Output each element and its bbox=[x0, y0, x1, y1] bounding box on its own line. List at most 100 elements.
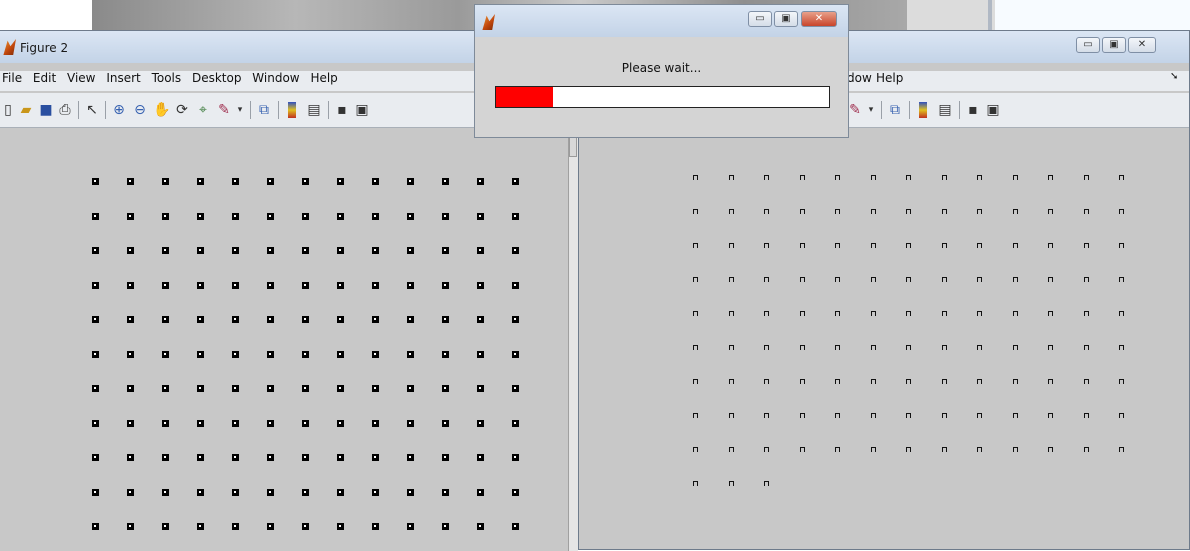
show-plot-tools-icon[interactable]: ▣ bbox=[354, 102, 370, 118]
plot-marker bbox=[941, 311, 947, 316]
plot-marker bbox=[870, 243, 876, 248]
plot-marker bbox=[337, 350, 344, 358]
plot-marker bbox=[764, 481, 769, 486]
plot-marker bbox=[693, 175, 698, 180]
brush-icon[interactable]: ✎ bbox=[847, 102, 863, 118]
close-button[interactable]: ✕ bbox=[1128, 37, 1156, 53]
plot-marker bbox=[407, 178, 414, 185]
plot-marker bbox=[477, 281, 484, 289]
plot-marker bbox=[1083, 311, 1089, 316]
zoom-out-icon[interactable]: ⊖ bbox=[132, 102, 148, 118]
save-icon[interactable]: ■ bbox=[38, 102, 54, 118]
plot-marker bbox=[372, 178, 379, 185]
plot-marker bbox=[127, 454, 134, 461]
legend-icon[interactable]: ▤ bbox=[306, 102, 322, 118]
link-plot-icon[interactable]: ⧉ bbox=[256, 102, 272, 118]
menu-edit[interactable]: Edit bbox=[33, 71, 56, 85]
link-plot-icon[interactable]: ⧉ bbox=[887, 102, 903, 118]
plot-marker bbox=[477, 350, 484, 358]
wait-dialog-titlebar[interactable]: ▭ ▣ ✕ bbox=[475, 5, 848, 37]
plot-marker bbox=[870, 209, 876, 214]
dropdown-arrow-icon[interactable]: ▾ bbox=[863, 102, 879, 118]
print-icon[interactable]: ⎙ bbox=[57, 102, 73, 118]
menu-file[interactable]: File bbox=[2, 71, 22, 85]
pan-hand-icon[interactable]: ✋ bbox=[153, 102, 170, 118]
plot-marker bbox=[267, 281, 274, 289]
plot-marker bbox=[977, 413, 982, 418]
minimize-button[interactable]: ▭ bbox=[1076, 37, 1100, 53]
show-plot-tools-icon[interactable]: ▣ bbox=[985, 102, 1001, 118]
plot-marker bbox=[442, 281, 449, 289]
pointer-icon[interactable]: ↖ bbox=[84, 102, 100, 118]
plot-marker bbox=[1012, 413, 1018, 418]
plot-marker bbox=[1012, 209, 1018, 214]
wait-message: Please wait... bbox=[621, 61, 702, 75]
wait-dialog[interactable]: ▭ ▣ ✕ Please wait... bbox=[474, 4, 849, 138]
plot-marker bbox=[870, 277, 876, 282]
window-title: Figure 2 bbox=[20, 41, 69, 55]
plot-marker bbox=[232, 212, 239, 220]
new-figure-icon[interactable]: ▯ bbox=[0, 102, 16, 118]
toolbar-separator bbox=[881, 101, 882, 119]
menu-window[interactable]: dow bbox=[847, 71, 872, 85]
close-button[interactable]: ✕ bbox=[801, 11, 837, 27]
menu-view[interactable]: View bbox=[67, 71, 95, 85]
plot-marker bbox=[835, 277, 840, 282]
dock-arrow-icon[interactable]: ➘ bbox=[1170, 71, 1178, 82]
plot-marker bbox=[977, 209, 982, 214]
plot-marker bbox=[127, 350, 134, 358]
plot-marker bbox=[127, 488, 134, 496]
plot-marker bbox=[337, 419, 344, 427]
dropdown-arrow-icon[interactable]: ▾ bbox=[232, 102, 248, 118]
vertical-scrollbar[interactable] bbox=[568, 129, 578, 551]
legend-icon[interactable]: ▤ bbox=[937, 102, 953, 118]
minimize-button[interactable]: ▭ bbox=[748, 11, 772, 27]
plot-marker bbox=[92, 316, 99, 323]
plot-marker bbox=[977, 345, 982, 350]
plot-marker bbox=[941, 345, 947, 350]
plot-marker bbox=[941, 447, 947, 452]
menu-help[interactable]: Help bbox=[876, 71, 903, 85]
menu-tools[interactable]: Tools bbox=[152, 71, 182, 85]
plot-marker bbox=[337, 316, 344, 323]
toolbar-separator bbox=[250, 101, 251, 119]
maximize-button[interactable]: ▣ bbox=[1102, 37, 1126, 53]
plot-marker bbox=[764, 175, 769, 180]
plot-marker bbox=[728, 209, 734, 214]
plot-marker bbox=[477, 178, 484, 185]
plot-marker bbox=[477, 419, 484, 427]
plot-marker bbox=[977, 277, 982, 282]
progress-bar-fill bbox=[496, 87, 553, 107]
plot-marker bbox=[372, 454, 379, 461]
plot-marker bbox=[267, 212, 274, 220]
zoom-in-icon[interactable]: ⊕ bbox=[111, 102, 127, 118]
open-file-icon[interactable]: ▰ bbox=[18, 102, 34, 118]
brush-icon[interactable]: ✎ bbox=[216, 102, 232, 118]
plot-marker bbox=[1119, 243, 1124, 248]
plot-marker bbox=[407, 419, 414, 427]
plot-marker bbox=[799, 209, 805, 214]
plot-marker bbox=[693, 413, 698, 418]
colorbar-icon[interactable] bbox=[288, 102, 296, 118]
data-cursor-icon[interactable]: ⌖ bbox=[195, 102, 211, 118]
hide-plot-tools-icon[interactable]: ▪ bbox=[334, 102, 350, 118]
colorbar-icon[interactable] bbox=[919, 102, 927, 118]
plot-marker bbox=[267, 316, 274, 323]
plot-marker bbox=[302, 316, 309, 323]
plot-marker bbox=[372, 488, 379, 496]
plot-area-right[interactable] bbox=[579, 129, 1189, 549]
menu-help[interactable]: Help bbox=[310, 71, 337, 85]
menu-insert[interactable]: Insert bbox=[106, 71, 140, 85]
plot-marker bbox=[835, 447, 840, 452]
rotate-3d-icon[interactable]: ⟳ bbox=[174, 102, 190, 118]
menu-window[interactable]: Window bbox=[252, 71, 299, 85]
hide-plot-tools-icon[interactable]: ▪ bbox=[965, 102, 981, 118]
maximize-button[interactable]: ▣ bbox=[774, 11, 798, 27]
plot-marker bbox=[1119, 277, 1124, 282]
plot-marker bbox=[870, 379, 876, 384]
plot-marker bbox=[407, 488, 414, 496]
plot-marker bbox=[1012, 277, 1018, 282]
plot-marker bbox=[906, 209, 911, 214]
menu-desktop[interactable]: Desktop bbox=[192, 71, 242, 85]
plot-area-left[interactable] bbox=[0, 129, 568, 551]
